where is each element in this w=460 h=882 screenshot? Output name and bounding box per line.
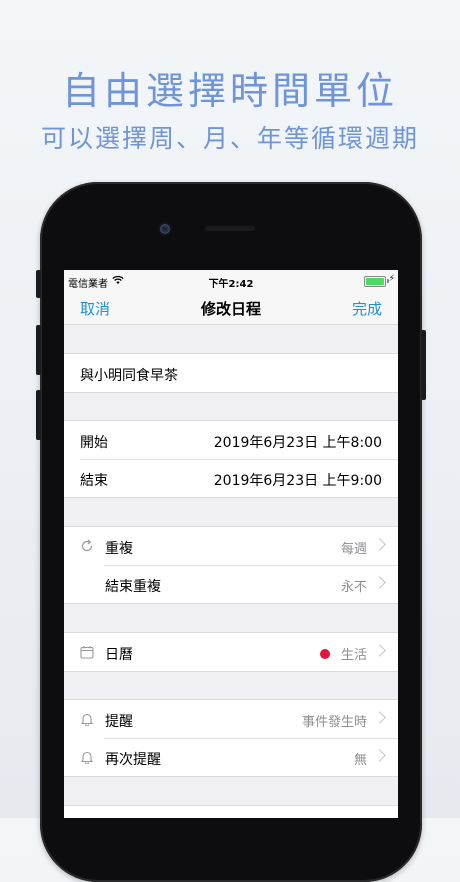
end-label: 結束 [80, 473, 108, 489]
repeat-group: 重複 每週 結束重複 永不 [64, 526, 398, 604]
repeat-row[interactable]: 重複 每週 [64, 527, 398, 565]
calendar-value: 生活 [340, 648, 367, 663]
start-value: 2019年6月23日 上午8:00 [213, 435, 382, 451]
phone-volume-down-button [36, 390, 41, 440]
navigation-bar: 取消 修改日程 完成 [64, 290, 398, 325]
event-title-input[interactable]: 與小明同食早茶 [80, 365, 178, 385]
calendar-color-dot [320, 649, 330, 659]
alert-row[interactable]: 提醒 事件發生時 [64, 700, 398, 738]
chevron-right-icon [373, 711, 386, 724]
bell-icon [80, 751, 94, 764]
start-row[interactable]: 開始 2019年6月23日 上午8:00 [64, 421, 398, 459]
phone-volume-up-button [36, 325, 41, 375]
second-alert-label: 再次提醒 [105, 752, 161, 768]
charging-bolt-icon: ⚡ [388, 274, 395, 284]
alerts-group: 提醒 事件發生時 再次提醒 無 [64, 699, 398, 777]
chevron-right-icon [373, 749, 386, 762]
status-bar: 電信業者 下午2:42 ⚡ [64, 270, 398, 290]
end-repeat-value: 永不 [340, 580, 367, 595]
end-repeat-label: 結束重複 [105, 579, 161, 595]
promo-subline: 可以選擇周、月、年等循環週期 [40, 124, 419, 153]
chevron-right-icon [373, 576, 386, 589]
phone-power-button [421, 330, 426, 400]
front-camera [160, 224, 170, 234]
calendar-icon [80, 646, 94, 659]
second-alert-value: 無 [353, 753, 367, 768]
repeat-value: 每週 [340, 542, 367, 557]
page-title: 修改日程 [200, 300, 261, 318]
alert-value: 事件發生時 [301, 715, 367, 730]
chevron-right-icon [373, 538, 386, 551]
bell-icon [80, 713, 94, 726]
end-repeat-row[interactable]: 結束重複 永不 [64, 565, 398, 603]
repeat-label: 重複 [105, 541, 133, 557]
chevron-right-icon [373, 644, 386, 657]
end-value: 2019年6月23日 上午9:00 [213, 473, 382, 489]
event-title-row[interactable]: 與小明同食早茶 [64, 354, 398, 392]
phone-mute-switch [36, 270, 41, 298]
earpiece-speaker [205, 226, 255, 231]
status-time: 下午2:42 [208, 279, 254, 290]
calendar-label: 日曆 [105, 647, 133, 663]
promo-headline: 自由選擇時間單位 [61, 69, 398, 113]
phone-screen: 電信業者 下午2:42 ⚡ 取消 修改日程 完成 與小明同食早茶 開始 2019… [64, 270, 398, 818]
next-group [64, 805, 398, 818]
second-alert-row[interactable]: 再次提醒 無 [64, 738, 398, 776]
repeat-icon [81, 539, 93, 552]
done-button[interactable]: 完成 [352, 298, 382, 319]
start-label: 開始 [80, 435, 108, 451]
calendar-group: 日曆 生活 [64, 632, 398, 672]
battery-icon [364, 276, 386, 287]
calendar-row[interactable]: 日曆 生活 [64, 633, 398, 671]
title-group: 與小明同食早茶 [64, 353, 398, 393]
time-group: 開始 2019年6月23日 上午8:00 結束 2019年6月23日 上午9:0… [64, 420, 398, 498]
alert-label: 提醒 [105, 714, 133, 730]
end-row[interactable]: 結束 2019年6月23日 上午9:00 [64, 459, 398, 497]
